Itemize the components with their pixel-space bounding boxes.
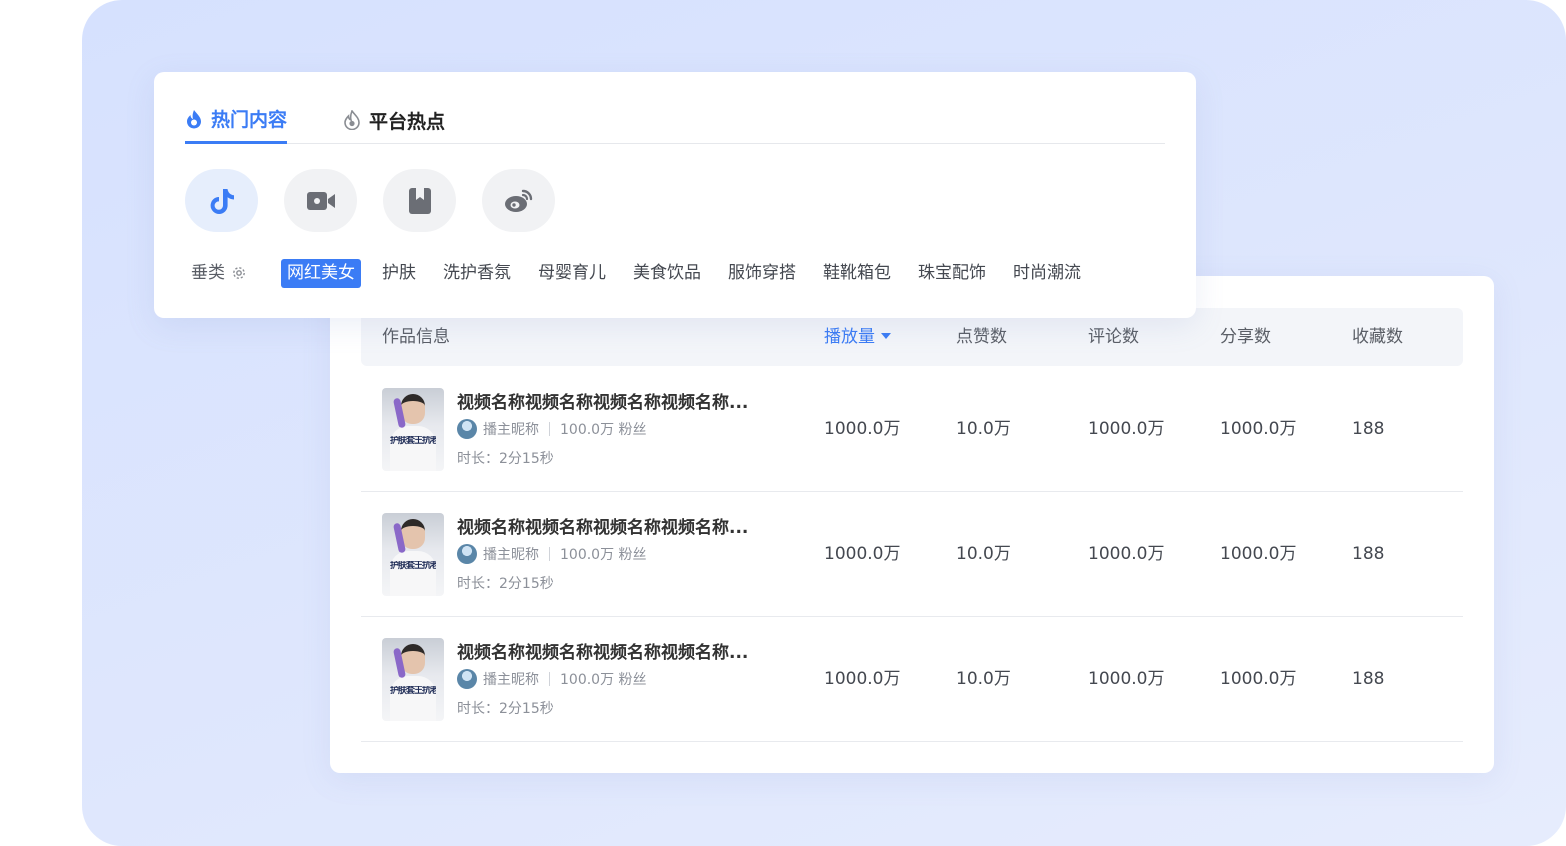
avatar-icon [457, 419, 477, 439]
video-duration: 时长：2分15秒 [457, 576, 554, 592]
video-title[interactable]: 视频名称视频名称视频名称视频名称... [457, 638, 748, 663]
thumbnail-caption: 护肤套王抗老更亮！ [390, 686, 436, 696]
comments-value: 1000.0万 [1088, 669, 1165, 689]
video-thumbnail[interactable]: 护肤套王抗老更亮！ [382, 388, 444, 471]
platform-video[interactable] [284, 169, 357, 232]
category-item[interactable]: 母婴育儿 [538, 259, 606, 288]
author-info: 播主昵称 100.0万 粉丝 [457, 419, 647, 439]
category-filter: 垂类 网红美女 护肤 洗护香氛 母婴育儿 美食饮品 服饰穿搭 鞋靴箱包 珠宝配饰… [185, 258, 1108, 288]
shares-value: 1000.0万 [1220, 669, 1297, 689]
author-info: 播主昵称 100.0万 粉丝 [457, 669, 647, 689]
category-item[interactable]: 珠宝配饰 [918, 259, 986, 288]
fans-count: 100.0万 粉丝 [560, 422, 647, 438]
plays-value: 1000.0万 [824, 669, 901, 689]
header-plays-label: 播放量 [824, 327, 875, 347]
video-duration: 时长：2分15秒 [457, 451, 554, 467]
category-label-text: 垂类 [191, 262, 225, 283]
sort-desc-icon [881, 333, 891, 339]
bookmark-icon [408, 187, 431, 214]
thumbnail-caption: 护肤套王抗老更亮！ [390, 436, 436, 446]
platform-tiktok[interactable] [185, 169, 258, 232]
shares-value: 1000.0万 [1220, 544, 1297, 564]
gear-icon[interactable] [231, 265, 247, 281]
header-shares[interactable]: 分享数 [1220, 308, 1271, 366]
category-item[interactable]: 美食饮品 [633, 259, 701, 288]
content-table: 作品信息 播放量 点赞数 评论数 分享数 收藏数 护肤套王抗老更亮！ 视频名称视… [330, 276, 1494, 773]
tiktok-icon [210, 188, 234, 214]
tab-label: 平台热点 [369, 110, 446, 133]
category-item[interactable]: 鞋靴箱包 [823, 259, 891, 288]
video-title[interactable]: 视频名称视频名称视频名称视频名称... [457, 513, 748, 538]
likes-value: 10.0万 [956, 419, 1011, 439]
fire-icon [344, 110, 360, 130]
category-item[interactable]: 洗护香氛 [443, 259, 511, 288]
likes-value: 10.0万 [956, 669, 1011, 689]
weibo-icon [504, 189, 532, 212]
plays-value: 1000.0万 [824, 419, 901, 439]
divider [549, 422, 550, 436]
category-item[interactable]: 时尚潮流 [1013, 259, 1081, 288]
video-duration: 时长：2分15秒 [457, 701, 554, 717]
favorites-value: 188 [1352, 544, 1385, 564]
header-favorites[interactable]: 收藏数 [1352, 308, 1403, 366]
comments-value: 1000.0万 [1088, 419, 1165, 439]
likes-value: 10.0万 [956, 544, 1011, 564]
author-name[interactable]: 播主昵称 [483, 544, 539, 564]
category-item[interactable]: 服饰穿搭 [728, 259, 796, 288]
table-row[interactable]: 护肤套王抗老更亮！ 视频名称视频名称视频名称视频名称... 播主昵称 100.0… [361, 617, 1463, 742]
comments-value: 1000.0万 [1088, 544, 1165, 564]
tab-platform-hotspot[interactable]: 平台热点 [343, 96, 445, 144]
video-thumbnail[interactable]: 护肤套王抗老更亮！ [382, 638, 444, 721]
tab-bar: 热门内容 平台热点 [185, 96, 1165, 144]
avatar-icon [457, 544, 477, 564]
divider [549, 672, 550, 686]
author-name[interactable]: 播主昵称 [483, 419, 539, 439]
author-info: 播主昵称 100.0万 粉丝 [457, 544, 647, 564]
platform-weibo[interactable] [482, 169, 555, 232]
table-row[interactable]: 护肤套王抗老更亮！ 视频名称视频名称视频名称视频名称... 播主昵称 100.0… [361, 492, 1463, 617]
platform-bookmark[interactable] [383, 169, 456, 232]
favorites-value: 188 [1352, 419, 1385, 439]
flame-icon [187, 109, 201, 128]
table-row[interactable]: 护肤套王抗老更亮！ 视频名称视频名称视频名称视频名称... 播主昵称 100.0… [361, 367, 1463, 492]
avatar-icon [457, 669, 477, 689]
plays-value: 1000.0万 [824, 544, 901, 564]
divider [549, 547, 550, 561]
video-title[interactable]: 视频名称视频名称视频名称视频名称... [457, 388, 748, 413]
video-thumbnail[interactable]: 护肤套王抗老更亮！ [382, 513, 444, 596]
fans-count: 100.0万 粉丝 [560, 672, 647, 688]
thumbnail-caption: 护肤套王抗老更亮！ [390, 561, 436, 571]
shares-value: 1000.0万 [1220, 419, 1297, 439]
category-item[interactable]: 护肤 [382, 259, 416, 288]
tab-hot-content[interactable]: 热门内容 [185, 96, 288, 144]
fans-count: 100.0万 粉丝 [560, 547, 647, 563]
category-item[interactable]: 网红美女 [281, 258, 361, 288]
favorites-value: 188 [1352, 669, 1385, 689]
author-name[interactable]: 播主昵称 [483, 669, 539, 689]
filter-card: 热门内容 平台热点 垂类 网红美女 护肤 洗护香氛 母婴育儿 美食饮品 服饰穿搭… [154, 72, 1196, 318]
video-camera-icon [306, 191, 335, 210]
tab-label: 热门内容 [211, 109, 288, 131]
category-label[interactable]: 垂类 [191, 259, 247, 288]
